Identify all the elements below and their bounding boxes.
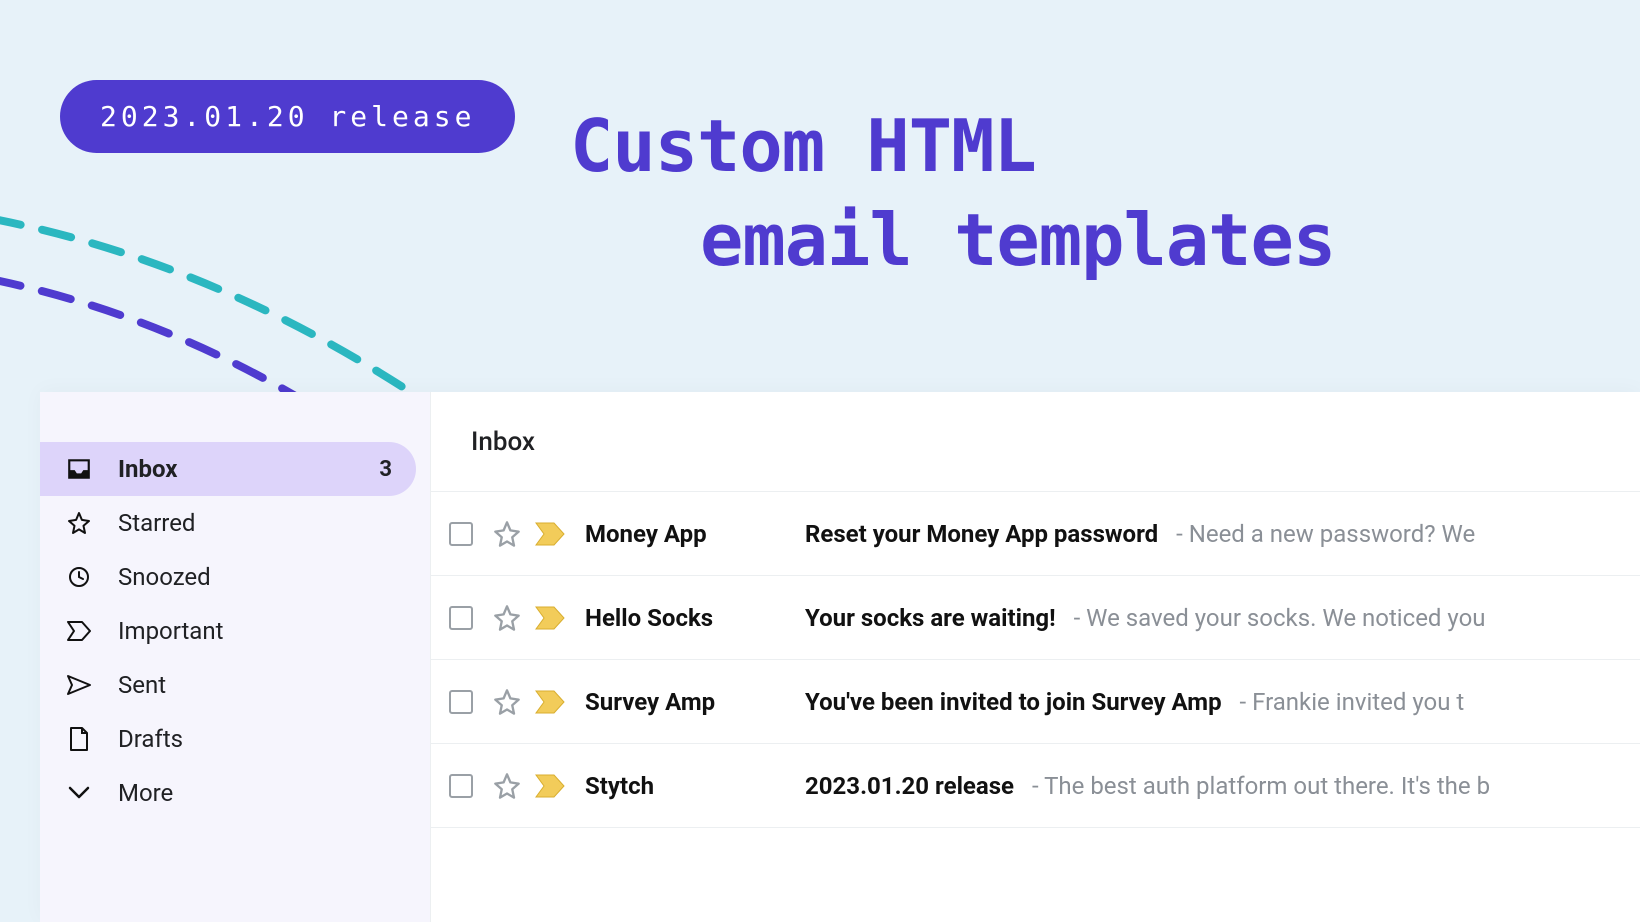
row-star-icon[interactable]: [493, 520, 521, 548]
sidebar-item-label: Important: [118, 617, 392, 645]
sidebar-item-label: Drafts: [118, 725, 392, 753]
sidebar-item-more[interactable]: More: [40, 766, 416, 820]
email-subject: You've been invited to join Survey Amp: [805, 688, 1222, 716]
headline-line-1: Custom HTML: [570, 104, 1036, 188]
sidebar-item-snoozed[interactable]: Snoozed: [40, 550, 416, 604]
draft-icon: [64, 726, 94, 752]
send-icon: [64, 674, 94, 696]
row-important-icon[interactable]: [535, 774, 565, 798]
important-icon: [64, 620, 94, 642]
clock-icon: [64, 565, 94, 589]
row-checkbox[interactable]: [449, 774, 473, 798]
email-row[interactable]: Money App Reset your Money App password …: [431, 492, 1640, 576]
star-icon: [64, 511, 94, 535]
inbox-icon: [64, 456, 94, 482]
email-subject: 2023.01.20 release: [805, 772, 1014, 800]
email-sender: Survey Amp: [585, 688, 805, 716]
sidebar-item-starred[interactable]: Starred: [40, 496, 416, 550]
sidebar-item-count: 3: [379, 457, 392, 482]
email-list-panel: Inbox Money App Reset your Money App pas…: [430, 392, 1640, 922]
row-checkbox[interactable]: [449, 522, 473, 546]
sidebar-item-label: Sent: [118, 671, 392, 699]
sidebar-item-label: Starred: [118, 509, 392, 537]
row-star-icon[interactable]: [493, 772, 521, 800]
email-subject: Reset your Money App password: [805, 520, 1158, 548]
mail-client: Inbox 3 Starred Snoozed Important: [40, 392, 1640, 922]
sidebar-item-label: More: [118, 779, 392, 807]
row-star-icon[interactable]: [493, 688, 521, 716]
email-row[interactable]: Stytch 2023.01.20 release The best auth …: [431, 744, 1640, 828]
chevron-down-icon: [64, 786, 94, 800]
list-header: Inbox: [431, 392, 1640, 492]
email-subject: Your socks are waiting!: [805, 604, 1056, 632]
email-sender: Money App: [585, 520, 805, 548]
row-important-icon[interactable]: [535, 522, 565, 546]
headline: Custom HTML email templates: [570, 100, 1335, 287]
sidebar-item-label: Snoozed: [118, 563, 392, 591]
email-row[interactable]: Survey Amp You've been invited to join S…: [431, 660, 1640, 744]
email-sender: Hello Socks: [585, 604, 805, 632]
row-checkbox[interactable]: [449, 690, 473, 714]
headline-line-2: email templates: [570, 194, 1335, 288]
email-row[interactable]: Hello Socks Your socks are waiting! We s…: [431, 576, 1640, 660]
sidebar-item-important[interactable]: Important: [40, 604, 416, 658]
sidebar: Inbox 3 Starred Snoozed Important: [40, 392, 430, 922]
row-important-icon[interactable]: [535, 606, 565, 630]
row-star-icon[interactable]: [493, 604, 521, 632]
release-badge: 2023.01.20 release: [60, 80, 515, 153]
sidebar-item-inbox[interactable]: Inbox 3: [40, 442, 416, 496]
email-preview: Need a new password? We: [1170, 520, 1475, 548]
email-preview: The best auth platform out there. It's t…: [1026, 772, 1490, 800]
sidebar-item-sent[interactable]: Sent: [40, 658, 416, 712]
email-preview: Frankie invited you t: [1234, 688, 1465, 716]
email-preview: We saved your socks. We noticed you: [1068, 604, 1486, 632]
row-important-icon[interactable]: [535, 690, 565, 714]
sidebar-item-label: Inbox: [118, 455, 355, 483]
sidebar-item-drafts[interactable]: Drafts: [40, 712, 416, 766]
row-checkbox[interactable]: [449, 606, 473, 630]
email-sender: Stytch: [585, 772, 805, 800]
